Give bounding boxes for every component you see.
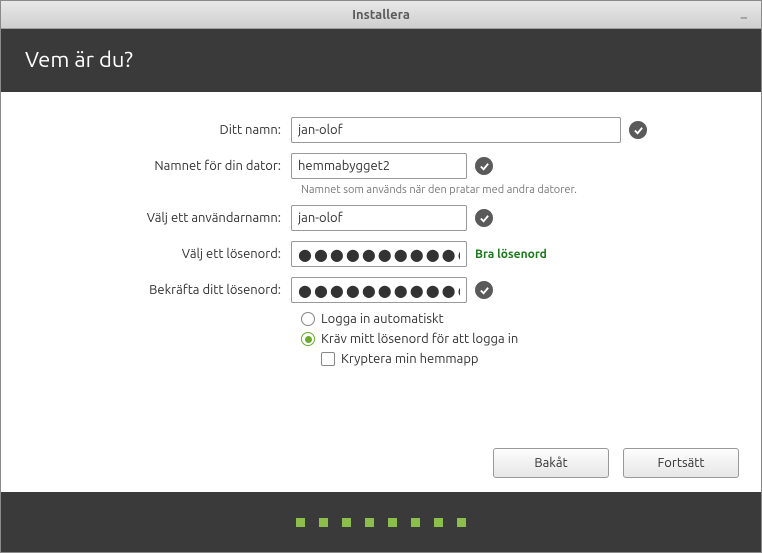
progress-dot [296, 518, 305, 527]
password-label: Välj ett lösenord: [31, 247, 291, 261]
titlebar: Installera − [1, 1, 761, 29]
row-confirm: Bekräfta ditt lösenord: [31, 276, 731, 304]
check-icon [475, 157, 493, 175]
checkbox-label: Kryptera min hemmapp [341, 352, 479, 366]
password-input[interactable] [291, 241, 467, 267]
nav-buttons: Bakåt Fortsätt [493, 448, 739, 478]
continue-button[interactable]: Fortsätt [623, 448, 739, 478]
progress-dot [388, 518, 397, 527]
progress-dot [457, 518, 466, 527]
window-title: Installera [352, 8, 410, 22]
minimize-icon[interactable]: − [737, 7, 751, 21]
page-header: Vem är du? [1, 29, 761, 92]
row-password: Välj ett lösenord: Bra lösenord [31, 240, 731, 268]
confirm-input[interactable] [291, 277, 467, 303]
hostname-hint: Namnet som används när den pratar med an… [301, 184, 731, 196]
password-strength: Bra lösenord [475, 248, 547, 261]
back-button[interactable]: Bakåt [493, 448, 609, 478]
progress-dot [411, 518, 420, 527]
page-title: Vem är du? [25, 47, 737, 72]
login-options: Logga in automatiskt Kräv mitt lösenord … [301, 312, 731, 366]
radio-icon[interactable] [301, 332, 315, 346]
check-icon [475, 209, 493, 227]
radio-label: Kräv mitt lösenord för att logga in [321, 332, 518, 346]
confirm-label: Bekräfta ditt lösenord: [31, 283, 291, 297]
username-label: Välj ett användarnamn: [31, 211, 291, 225]
row-name: Ditt namn: [31, 116, 731, 144]
check-icon [475, 281, 493, 299]
progress-dot [434, 518, 443, 527]
form-panel: Ditt namn: Namnet för din dator: Namnet … [1, 92, 761, 492]
progress-footer [1, 492, 761, 552]
username-input[interactable] [291, 205, 467, 231]
check-icon [629, 121, 647, 139]
progress-dot [365, 518, 374, 527]
checkbox-encrypt-home[interactable]: Kryptera min hemmapp [321, 352, 731, 366]
radio-label: Logga in automatiskt [321, 312, 444, 326]
name-label: Ditt namn: [31, 123, 291, 137]
row-hostname: Namnet för din dator: [31, 152, 731, 180]
radio-icon[interactable] [301, 312, 315, 326]
checkbox-icon[interactable] [321, 352, 335, 366]
radio-auto-login[interactable]: Logga in automatiskt [301, 312, 731, 326]
radio-require-password[interactable]: Kräv mitt lösenord för att logga in [301, 332, 731, 346]
installer-window: Installera − Vem är du? Ditt namn: Namne… [0, 0, 762, 553]
name-input[interactable] [291, 117, 621, 143]
hostname-input[interactable] [291, 153, 467, 179]
row-username: Välj ett användarnamn: [31, 204, 731, 232]
hostname-label: Namnet för din dator: [31, 159, 291, 173]
progress-dot [342, 518, 351, 527]
progress-dot [319, 518, 328, 527]
